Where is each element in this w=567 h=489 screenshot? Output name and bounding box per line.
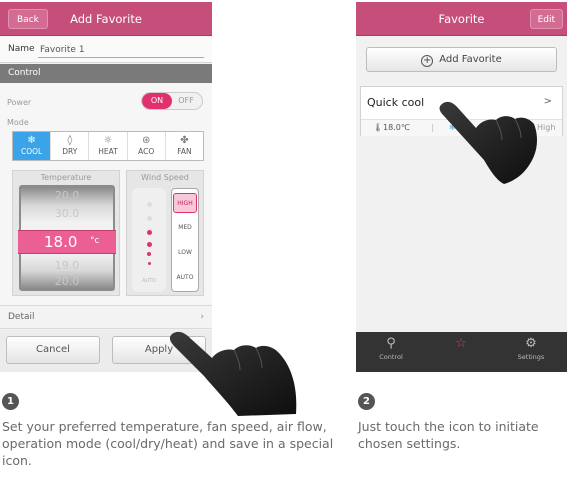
wind-level-selector: HIGH MED LOW AUTO	[171, 188, 199, 292]
add-favorite-button[interactable]: + Add Favorite	[366, 47, 557, 72]
detail-row[interactable]: Detail ›	[0, 305, 212, 329]
power-on-option[interactable]: ON	[142, 93, 172, 109]
wind-dot	[148, 262, 151, 265]
mode-aco-button[interactable]: ⊛ ACO	[128, 132, 166, 160]
cancel-button[interactable]: Cancel	[6, 336, 100, 364]
temperature-drum[interactable]: 20.0 30.0 18.0 °c 19.0 20.0	[18, 185, 116, 291]
temperature-panel: Temperature 20.0 30.0 18.0 °c 19.0 20.0	[12, 170, 120, 296]
name-row: Name	[0, 37, 212, 63]
wind-dot	[147, 202, 152, 207]
mode-heat-button[interactable]: ☼ HEAT	[89, 132, 128, 160]
mode-fan-button[interactable]: ✤ FAN	[166, 132, 203, 160]
temperature-option: 19.0	[54, 259, 80, 272]
favorite-temperature: 18.0℃	[383, 123, 410, 132]
step-description: Set your preferred temperature, fan spee…	[2, 419, 334, 468]
mode-selector: ❄ COOL ◊ DRY ☼ HEAT ⊛ ACO ✤ FAN	[12, 131, 204, 161]
pointing-hand-icon	[169, 331, 297, 416]
add-favorite-screen: Back Add Favorite Name Control Power ON …	[0, 2, 212, 372]
wind-level-med-button[interactable]: MED	[173, 218, 197, 238]
mode-label: ACO	[138, 147, 155, 156]
pointing-hand-icon	[439, 101, 537, 184]
mode-dry-button[interactable]: ◊ DRY	[51, 132, 90, 160]
temperature-option: 20.0	[54, 189, 80, 202]
wind-level-high-button[interactable]: HIGH	[173, 193, 197, 213]
nav-label: Settings	[517, 353, 545, 361]
wind-speed-indicator: AUTO	[132, 188, 166, 292]
temperature-option: 30.0	[54, 207, 80, 220]
mode-label: COOL	[20, 147, 43, 156]
favorite-name: Quick cool	[367, 96, 425, 109]
nav-item-control[interactable]: ⚲ Control	[356, 332, 426, 372]
top-bar: Favorite Edit	[356, 2, 567, 36]
favorite-screen: Favorite Edit + Add Favorite Quick cool >…	[356, 2, 567, 372]
step-description: Just touch the icon to initiate chosen s…	[358, 419, 539, 451]
favorite-wind: High	[537, 123, 556, 132]
top-bar: Back Add Favorite	[0, 2, 212, 36]
step-number: 2	[358, 393, 375, 410]
wind-auto-label: AUTO	[142, 278, 157, 284]
mode-label: Mode	[7, 118, 29, 127]
nav-item-settings[interactable]: ⚙ Settings	[496, 332, 566, 372]
mode-label: FAN	[177, 147, 192, 156]
bottom-nav: ⚲ Control ☆ ⚙ Settings	[356, 332, 567, 372]
temperature-selected: 18.0 °c	[18, 230, 116, 254]
chevron-right-icon: >	[543, 96, 552, 107]
auto-icon: ⊛	[142, 135, 151, 146]
wind-level-low-button[interactable]: LOW	[173, 243, 197, 263]
wind-level-auto-button[interactable]: AUTO	[173, 268, 197, 288]
divider: |	[431, 123, 434, 132]
power-off-option[interactable]: OFF	[172, 93, 200, 109]
fan-icon: ✤	[180, 135, 189, 146]
star-icon: ☆	[455, 336, 467, 351]
power-toggle[interactable]: ON OFF	[141, 92, 203, 110]
snowflake-icon: ❄	[27, 135, 36, 146]
mode-label: DRY	[62, 147, 78, 156]
temperature-label: Temperature	[40, 173, 92, 182]
power-label: Power	[7, 98, 32, 107]
control-section-header: Control	[0, 64, 212, 83]
control-person-icon: ⚲	[386, 336, 396, 351]
temperature-unit: °c	[90, 236, 100, 246]
add-favorite-label: Add Favorite	[439, 54, 502, 65]
wind-dot	[147, 230, 152, 235]
screen-title: Add Favorite	[70, 12, 142, 26]
name-label: Name	[8, 44, 35, 54]
wind-dot	[147, 242, 152, 247]
thermometer-icon: 🌡	[373, 123, 384, 132]
nav-item-favorite[interactable]: ☆	[426, 332, 496, 372]
sun-icon: ☼	[103, 135, 113, 146]
temperature-option: 20.0	[54, 275, 80, 288]
detail-label: Detail	[8, 312, 35, 322]
edit-button[interactable]: Edit	[529, 9, 563, 29]
gear-icon: ⚙	[525, 336, 537, 351]
name-field[interactable]	[38, 42, 204, 58]
mode-cool-button[interactable]: ❄ COOL	[13, 132, 52, 160]
wind-dot	[147, 216, 152, 221]
temperature-value: 18.0	[44, 233, 78, 251]
wind-dot	[147, 252, 151, 256]
mode-label: HEAT	[98, 147, 118, 156]
wind-speed-label: Wind Speed	[141, 173, 189, 182]
step-number: 1	[2, 393, 19, 410]
plus-circle-icon: +	[421, 55, 434, 67]
nav-label: Control	[379, 353, 403, 361]
chevron-right-icon: ›	[200, 312, 204, 322]
droplet-icon: ◊	[67, 135, 73, 146]
